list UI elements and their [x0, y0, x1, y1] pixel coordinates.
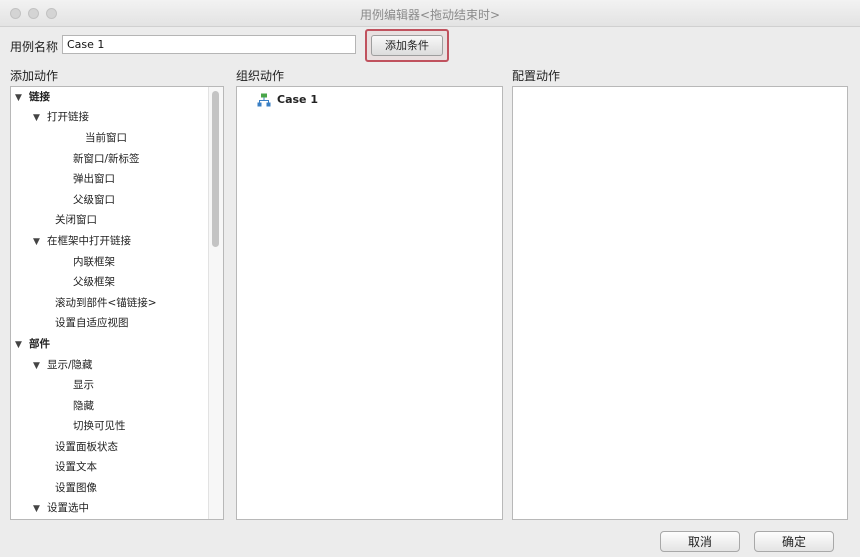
tree-item-set-adaptive-view[interactable]: 设置自适应视图 — [55, 313, 129, 333]
tree-item-links[interactable]: ▼ 链接 — [15, 87, 50, 107]
expand-arrow-icon[interactable]: ▼ — [33, 232, 47, 252]
case-node[interactable]: Case 1 — [257, 91, 318, 109]
organize-actions-panel: Case 1 — [236, 86, 503, 520]
add-condition-button[interactable]: 添加条件 — [371, 35, 443, 56]
tree-item-set-image[interactable]: 设置图像 — [55, 478, 97, 498]
tree-item-new-window[interactable]: 新窗口/新标签 — [73, 149, 140, 169]
configure-actions-panel — [512, 86, 848, 520]
add-condition-highlight: 添加条件 — [365, 29, 449, 62]
add-actions-label: 添加动作 — [10, 69, 59, 83]
tree-item-widgets[interactable]: ▼ 部件 — [15, 334, 50, 354]
configure-actions-label: 配置动作 — [512, 69, 561, 83]
case-name-input[interactable] — [62, 35, 356, 54]
tree-item-toggle-visibility[interactable]: 切换可见性 — [73, 416, 126, 436]
expand-arrow-icon[interactable]: ▼ — [33, 499, 47, 519]
add-actions-panel: ▼ 链接 ▼ 打开链接 当前窗口 新窗口/新标签 弹出窗口 父级窗口 关闭窗口 ▼ 在… — [10, 86, 224, 520]
tree-item-hide[interactable]: 隐藏 — [73, 396, 94, 416]
expand-arrow-icon[interactable]: ▼ — [33, 108, 47, 128]
window-title: 用例编辑器<拖动结束时> — [359, 8, 501, 22]
case-node-label: Case 1 — [277, 93, 318, 106]
tree-item-show-hide[interactable]: ▼ 显示/隐藏 — [33, 355, 93, 375]
tree-item-show[interactable]: 显示 — [73, 375, 94, 395]
tree-item-parent-frame[interactable]: 父级框架 — [73, 272, 115, 292]
tree-item-set-panel-state[interactable]: 设置面板状态 — [55, 437, 118, 457]
title-bar: 用例编辑器<拖动结束时> — [0, 0, 860, 27]
tree-item-popup-window[interactable]: 弹出窗口 — [73, 169, 115, 189]
case-name-label: 用例名称 — [10, 40, 59, 54]
cancel-button[interactable]: 取消 — [660, 531, 740, 552]
tree-item-inline-frame[interactable]: 内联框架 — [73, 252, 115, 272]
add-actions-scrollbar[interactable] — [208, 87, 223, 519]
tree-item-set-text[interactable]: 设置文本 — [55, 457, 97, 477]
tree-item-open-link[interactable]: ▼ 打开链接 — [33, 107, 89, 127]
tree-item-set-selected[interactable]: ▼ 设置选中 — [33, 498, 89, 518]
case-icon — [257, 93, 271, 107]
tree-item-parent-window[interactable]: 父级窗口 — [73, 190, 115, 210]
tree-item-scroll-to-widget[interactable]: 滚动到部件<锚链接> — [55, 293, 157, 313]
tree-item-close-window[interactable]: 关闭窗口 — [55, 210, 97, 230]
expand-arrow-icon[interactable]: ▼ — [15, 335, 29, 355]
expand-arrow-icon[interactable]: ▼ — [33, 356, 47, 376]
tree-item-current-window[interactable]: 当前窗口 — [85, 128, 127, 148]
tree-item-open-in-frame[interactable]: ▼ 在框架中打开链接 — [33, 231, 131, 251]
scrollbar-thumb[interactable] — [212, 91, 219, 247]
expand-arrow-icon[interactable]: ▼ — [15, 88, 29, 108]
ok-button[interactable]: 确定 — [754, 531, 834, 552]
organize-actions-label: 组织动作 — [236, 69, 285, 83]
